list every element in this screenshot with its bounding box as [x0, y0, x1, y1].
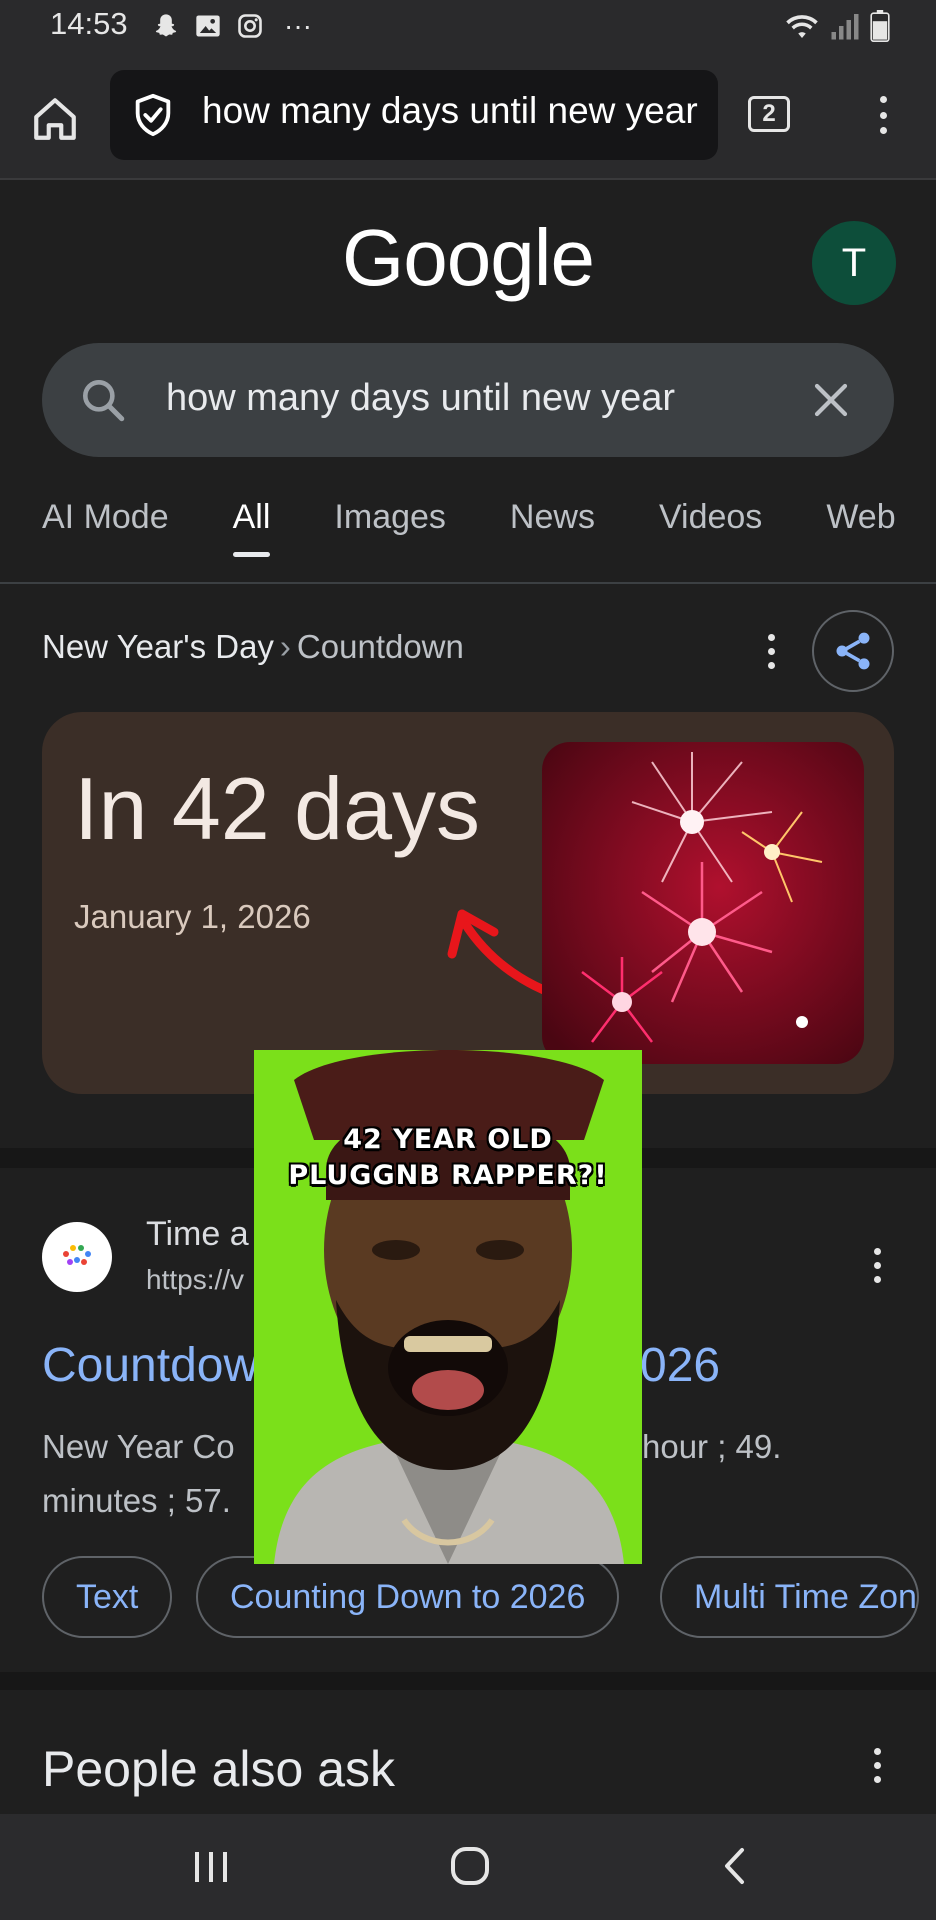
wifi-icon: [786, 15, 818, 38]
tab-switcher-button[interactable]: 2: [748, 96, 790, 132]
avatar[interactable]: T: [812, 221, 896, 305]
breadcrumb-main[interactable]: New Year's Day: [42, 628, 274, 665]
breadcrumb[interactable]: New Year's Day › Countdown: [42, 628, 464, 666]
meme-caption-line2: PLUGGNB RAPPER?!: [288, 1160, 608, 1191]
result-title[interactable]: Countdow: [42, 1338, 258, 1393]
meme-overlay-image: 42 YEAR OLD PLUGGNB RAPPER?!: [254, 1050, 642, 1564]
divider: [0, 582, 936, 584]
menu-icon[interactable]: [868, 90, 898, 140]
tab-all[interactable]: All: [232, 498, 270, 557]
countdown-date: January 1, 2026: [74, 898, 311, 935]
status-system-icons: [784, 10, 890, 42]
signal-icon: [831, 14, 859, 40]
snapchat-icon: [155, 14, 177, 37]
fireworks-image[interactable]: [542, 742, 864, 1064]
system-nav-bar: [0, 1814, 936, 1920]
recent-apps-icon[interactable]: [192, 1850, 230, 1884]
status-time: 14:53: [50, 6, 128, 41]
meme-caption: 42 YEAR OLD PLUGGNB RAPPER?!: [254, 1122, 642, 1194]
shield-icon[interactable]: [130, 92, 176, 138]
battery-icon: [870, 10, 890, 42]
close-icon[interactable]: [810, 379, 852, 421]
more-options-icon[interactable]: [768, 634, 775, 669]
home-circle-icon[interactable]: [450, 1846, 490, 1886]
home-button[interactable]: [28, 92, 82, 146]
search-bar[interactable]: how many days until new year: [42, 343, 894, 457]
search-tabs: AI Mode All Images News Videos Web: [42, 498, 936, 557]
result-snippet-line1-start: New Year Co: [42, 1428, 235, 1465]
result-site-name[interactable]: Time a: [146, 1215, 249, 1254]
more-notifications-icon: ···: [284, 10, 312, 41]
breadcrumb-separator: ›: [279, 628, 291, 665]
chip-multi-time-zone[interactable]: Multi Time Zon: [660, 1556, 919, 1638]
tab-news[interactable]: News: [510, 498, 595, 537]
back-icon[interactable]: [720, 1846, 750, 1886]
result-more-options-icon[interactable]: [874, 1248, 881, 1283]
status-bar: 14:53 ···: [0, 0, 936, 52]
tab-videos[interactable]: Videos: [659, 498, 762, 537]
tab-images[interactable]: Images: [334, 498, 446, 537]
paa-more-options-icon[interactable]: [874, 1748, 881, 1783]
meme-caption-line1: 42 YEAR OLD: [343, 1124, 553, 1155]
countdown-headline: In 42 days: [74, 759, 481, 858]
gallery-icon: [196, 15, 220, 37]
countdown-card: In 42 days January 1, 2026: [42, 712, 894, 1094]
result-snippet-line2: minutes ; 57.: [42, 1482, 231, 1519]
site-favicon[interactable]: [42, 1222, 112, 1292]
google-logo[interactable]: Google: [0, 212, 936, 304]
result-title-end[interactable]: 026: [640, 1338, 720, 1393]
address-bar[interactable]: how many days until new year: [110, 70, 718, 160]
search-icon[interactable]: [78, 375, 128, 425]
result-snippet-line1-end: hour ; 49.: [642, 1428, 782, 1465]
instagram-icon: [238, 14, 262, 38]
tab-ai-mode[interactable]: AI Mode: [42, 498, 169, 537]
breadcrumb-sub[interactable]: Countdown: [297, 628, 464, 665]
url-text[interactable]: how many days until new year: [202, 90, 698, 132]
home-icon: [34, 98, 76, 140]
section-divider: [0, 1672, 936, 1690]
status-notification-icons: ···: [152, 10, 312, 42]
chip-text[interactable]: Text: [42, 1556, 173, 1638]
search-input[interactable]: how many days until new year: [166, 377, 675, 420]
share-icon: [836, 632, 870, 670]
tab-web[interactable]: Web: [826, 498, 895, 537]
browser-toolbar: how many days until new year 2: [0, 52, 936, 180]
result-url[interactable]: https://v: [146, 1264, 244, 1296]
share-button[interactable]: [812, 610, 894, 692]
people-also-ask-heading: People also ask: [42, 1741, 396, 1797]
chip-counting-down[interactable]: Counting Down to 2026: [196, 1556, 620, 1638]
